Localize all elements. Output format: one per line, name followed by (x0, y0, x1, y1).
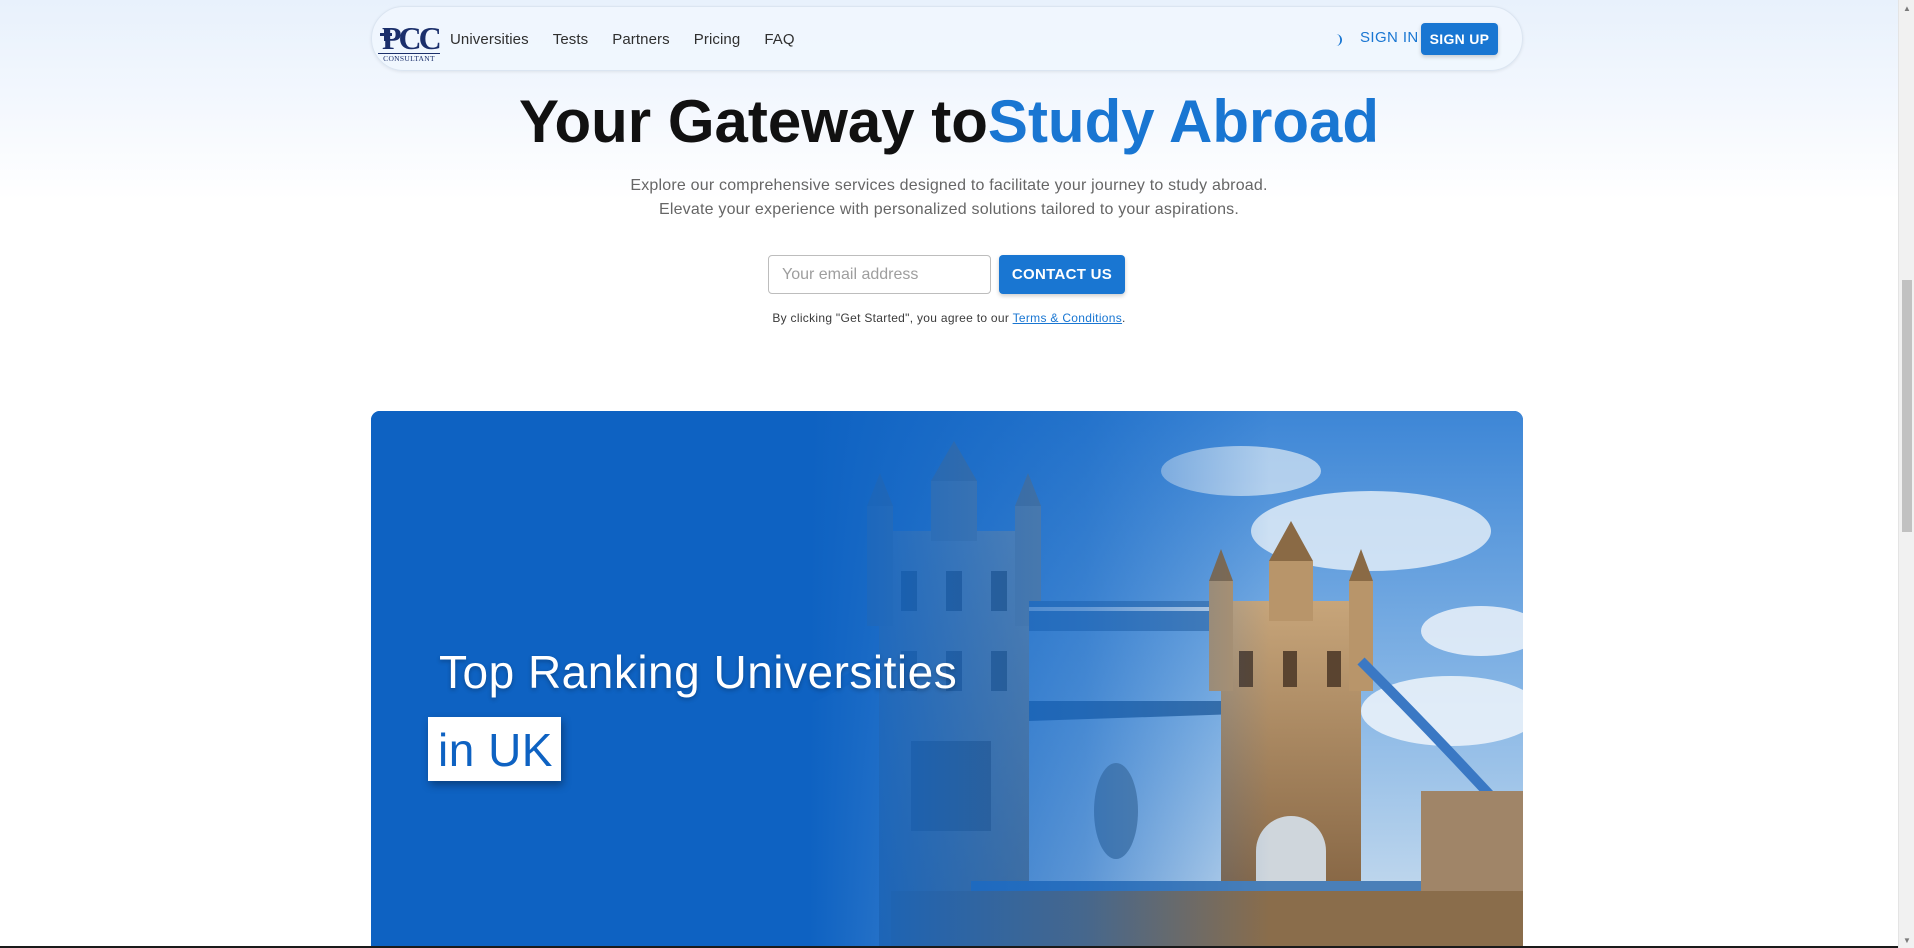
terms-suffix: . (1122, 311, 1126, 325)
logo-wordmark: PCC (382, 20, 440, 56)
top-navbar: PCC CONSULTANT Universities Tests Partne… (371, 6, 1523, 71)
banner-headline-line2: in UK (438, 724, 553, 776)
scroll-down-arrow-icon[interactable]: ▼ (1899, 932, 1914, 948)
hero-subtitle-line1: Explore our comprehensive services desig… (630, 177, 1268, 194)
email-input[interactable] (768, 255, 991, 294)
scrollbar-thumb[interactable] (1902, 280, 1912, 532)
nav-universities-link[interactable]: Universities (450, 31, 529, 48)
pcc-logo[interactable]: PCC CONSULTANT (378, 16, 443, 64)
hero-title-plain: Your Gateway to (518, 88, 988, 155)
contact-us-button[interactable]: CONTACT US (999, 255, 1125, 294)
terms-link[interactable]: Terms & Conditions (1013, 311, 1122, 325)
nav-pricing-link[interactable]: Pricing (694, 31, 741, 48)
nav-tests-link[interactable]: Tests (553, 31, 589, 48)
moon-icon[interactable] (1329, 31, 1347, 49)
banner-headline-line1: Top Ranking Universities (439, 646, 958, 698)
scroll-up-arrow-icon[interactable]: ▲ (1899, 0, 1914, 16)
hero-subtitle: Explore our comprehensive services desig… (0, 174, 1898, 222)
hero-subtitle-line2: Elevate your experience with personalize… (658, 201, 1240, 218)
nav-links: Universities Tests Partners Pricing FAQ (450, 7, 795, 72)
hero-title: Your Gateway toStudy Abroad (0, 86, 1898, 158)
nav-partners-link[interactable]: Partners (612, 31, 670, 48)
sign-in-button[interactable]: SIGN IN (1360, 29, 1419, 46)
sign-up-button[interactable]: SIGN UP (1421, 23, 1498, 55)
hero-title-accent: Study Abroad (987, 88, 1380, 155)
uk-universities-banner[interactable]: Top Ranking Universities in UK (371, 411, 1523, 948)
terms-prefix: By clicking "Get Started", you agree to … (772, 311, 1013, 325)
logo-subtext: CONSULTANT (383, 54, 435, 63)
page-scrollbar[interactable]: ▲ ▼ (1898, 0, 1914, 948)
nav-faq-link[interactable]: FAQ (764, 31, 794, 48)
terms-notice: By clicking "Get Started", you agree to … (0, 311, 1898, 325)
